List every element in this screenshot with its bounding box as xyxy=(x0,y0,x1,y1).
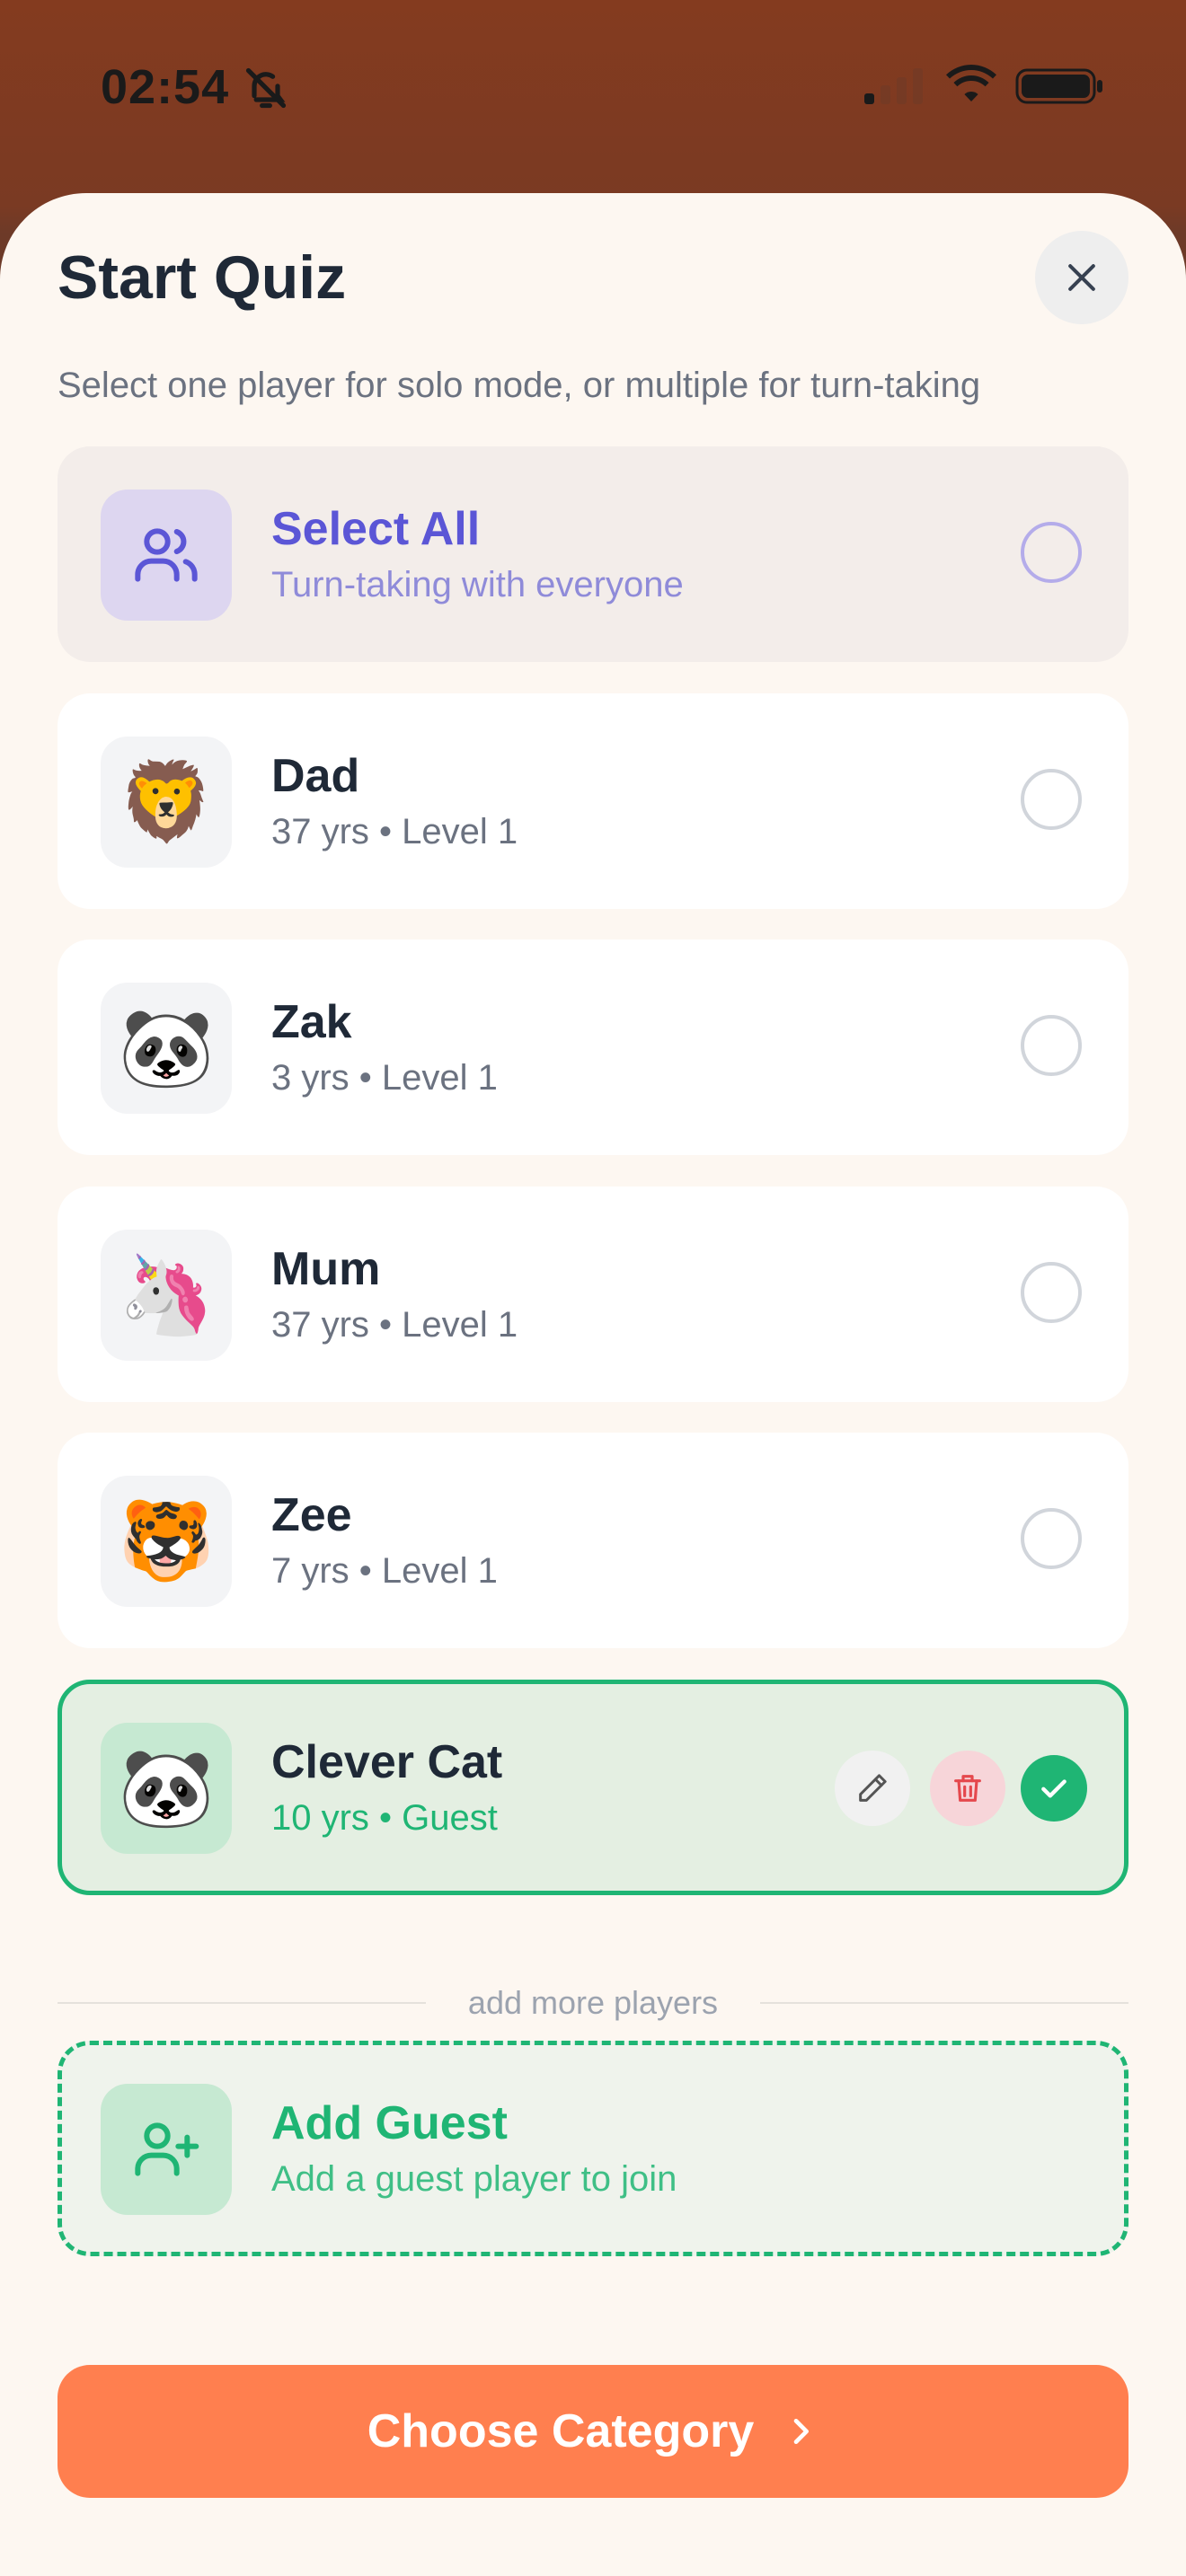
panda-avatar: 🐼 xyxy=(101,983,232,1114)
chevron-right-icon xyxy=(793,2419,810,2444)
signal-icon xyxy=(864,68,923,104)
player-card-dad[interactable]: 🦁 Dad 37 yrs • Level 1 xyxy=(58,693,1128,909)
edit-guest-button[interactable] xyxy=(835,1751,910,1826)
player-radio[interactable] xyxy=(1021,1262,1082,1323)
selected-check[interactable] xyxy=(1021,1755,1087,1822)
status-time: 02:54 xyxy=(101,60,230,114)
player-name: Zee xyxy=(271,1489,352,1541)
player-meta: 10 yrs • Guest xyxy=(271,1798,498,1838)
users-icon xyxy=(135,528,198,582)
player-name: Zak xyxy=(271,996,352,1048)
status-bar: 02:54 xyxy=(0,0,1186,180)
trash-icon xyxy=(954,1775,981,1802)
player-name: Clever Cat xyxy=(271,1736,503,1788)
select-all-sublabel: Turn-taking with everyone xyxy=(271,565,684,604)
player-radio[interactable] xyxy=(1021,769,1082,830)
select-all-avatar xyxy=(101,490,232,621)
user-plus-icon xyxy=(135,2122,199,2176)
select-all-option[interactable]: Select All Turn-taking with everyone xyxy=(58,446,1128,662)
panda-avatar: 🐼 xyxy=(101,1723,232,1854)
player-meta: 3 yrs • Level 1 xyxy=(271,1058,498,1098)
choose-category-label: Choose Category xyxy=(367,2405,755,2457)
wifi-icon xyxy=(946,65,996,101)
player-name: Mum xyxy=(271,1243,381,1295)
close-button[interactable] xyxy=(1035,231,1128,324)
player-radio[interactable] xyxy=(1021,1015,1082,1076)
battery-icon xyxy=(1015,68,1102,104)
player-meta: 37 yrs • Level 1 xyxy=(271,1305,518,1345)
delete-guest-button[interactable] xyxy=(930,1751,1005,1826)
add-guest-label: Add Guest xyxy=(271,2097,508,2149)
player-card-clever-cat[interactable]: 🐼 Clever Cat 10 yrs • Guest xyxy=(58,1680,1128,1895)
add-more-divider: add more players xyxy=(58,1981,1128,2025)
close-icon xyxy=(1068,264,1095,291)
unicorn-avatar: 🦄 xyxy=(101,1230,232,1361)
player-meta: 7 yrs • Level 1 xyxy=(271,1551,498,1591)
choose-category-button[interactable]: Choose Category xyxy=(58,2365,1128,2498)
start-quiz-sheet: Start Quiz Select one player for solo mo… xyxy=(0,193,1186,2576)
select-all-radio[interactable] xyxy=(1021,522,1082,583)
player-name: Dad xyxy=(271,750,360,802)
player-card-zak[interactable]: 🐼 Zak 3 yrs • Level 1 xyxy=(58,940,1128,1155)
player-radio[interactable] xyxy=(1021,1508,1082,1569)
player-meta: 37 yrs • Level 1 xyxy=(271,812,518,851)
add-guest-button[interactable]: Add Guest Add a guest player to join xyxy=(58,2041,1128,2256)
lion-avatar: 🦁 xyxy=(101,737,232,868)
add-guest-sublabel: Add a guest player to join xyxy=(271,2159,677,2199)
add-guest-avatar xyxy=(101,2084,232,2215)
sheet-subtitle: Select one player for solo mode, or mult… xyxy=(58,366,981,405)
check-icon xyxy=(1041,1779,1067,1798)
pencil-icon xyxy=(859,1774,887,1802)
select-all-label: Select All xyxy=(271,503,481,555)
sheet-title: Start Quiz xyxy=(58,243,347,312)
divider-line xyxy=(760,2002,1128,2004)
player-card-zee[interactable]: 🐯 Zee 7 yrs • Level 1 xyxy=(58,1433,1128,1648)
tiger-avatar: 🐯 xyxy=(101,1476,232,1607)
bell-slash-icon xyxy=(245,67,287,109)
player-card-mum[interactable]: 🦄 Mum 37 yrs • Level 1 xyxy=(58,1187,1128,1402)
